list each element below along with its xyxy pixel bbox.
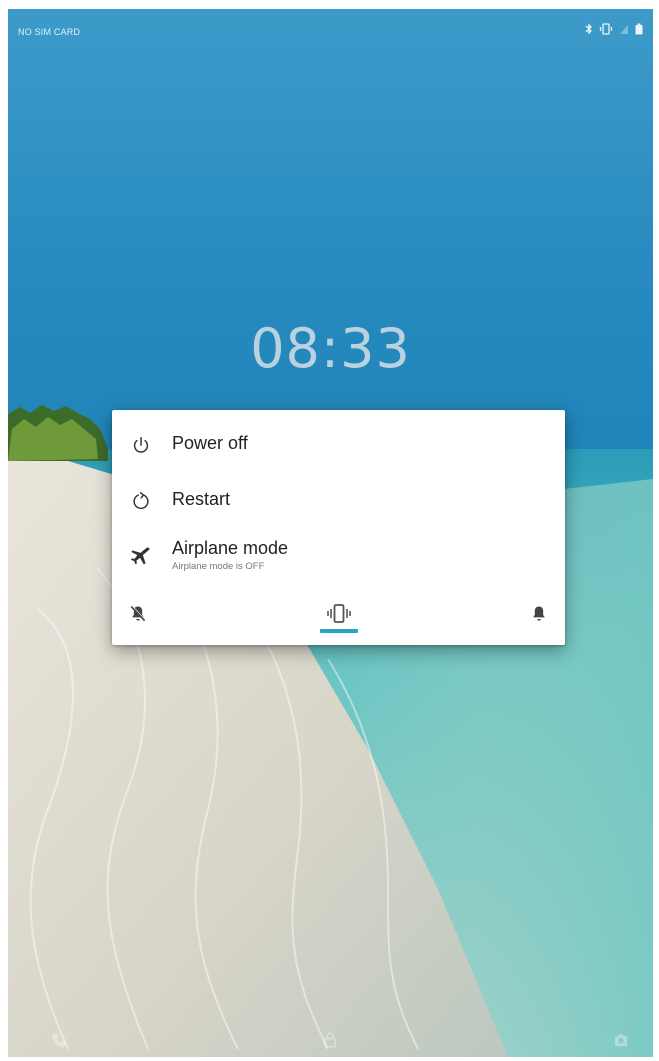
signal-icon [620, 25, 628, 34]
ringer-sound-button[interactable] [519, 596, 559, 632]
airplane-mode-status: Airplane mode is OFF [172, 561, 265, 572]
ringer-silent-button[interactable] [118, 596, 158, 632]
phone-shortcut-icon[interactable] [50, 1031, 68, 1049]
lock-screen: NO SIM CARD 08:33 Power off Restart Airp… [8, 9, 653, 1057]
battery-icon [635, 23, 643, 35]
ringer-selected-indicator [320, 629, 358, 633]
restart-button[interactable]: Restart [112, 474, 565, 528]
ringer-mode-selector [112, 590, 565, 645]
vibrate-icon [327, 604, 351, 623]
camera-shortcut-icon[interactable] [612, 1031, 630, 1049]
power-off-button[interactable]: Power off [112, 418, 565, 472]
airplane-mode-button[interactable]: Airplane mode Airplane mode is OFF [112, 528, 565, 582]
bell-off-icon [130, 605, 146, 622]
power-off-label: Power off [172, 433, 248, 453]
bluetooth-icon [585, 23, 592, 35]
lock-icon [324, 1032, 336, 1048]
status-bar: NO SIM CARD [8, 9, 653, 57]
power-menu-dialog: Power off Restart Airplane mode Airplane… [112, 410, 565, 645]
power-icon [133, 437, 149, 453]
restart-icon [133, 492, 149, 510]
bell-icon [533, 606, 545, 621]
restart-label: Restart [172, 489, 231, 509]
lockscreen-clock: 08:33 [250, 317, 411, 380]
carrier-label: NO SIM CARD [18, 27, 81, 37]
airplane-mode-label: Airplane mode [172, 538, 289, 558]
ringer-vibrate-button[interactable] [319, 596, 359, 632]
airplane-icon [130, 547, 150, 565]
status-icons [585, 23, 643, 35]
vibrate-icon [599, 23, 613, 35]
